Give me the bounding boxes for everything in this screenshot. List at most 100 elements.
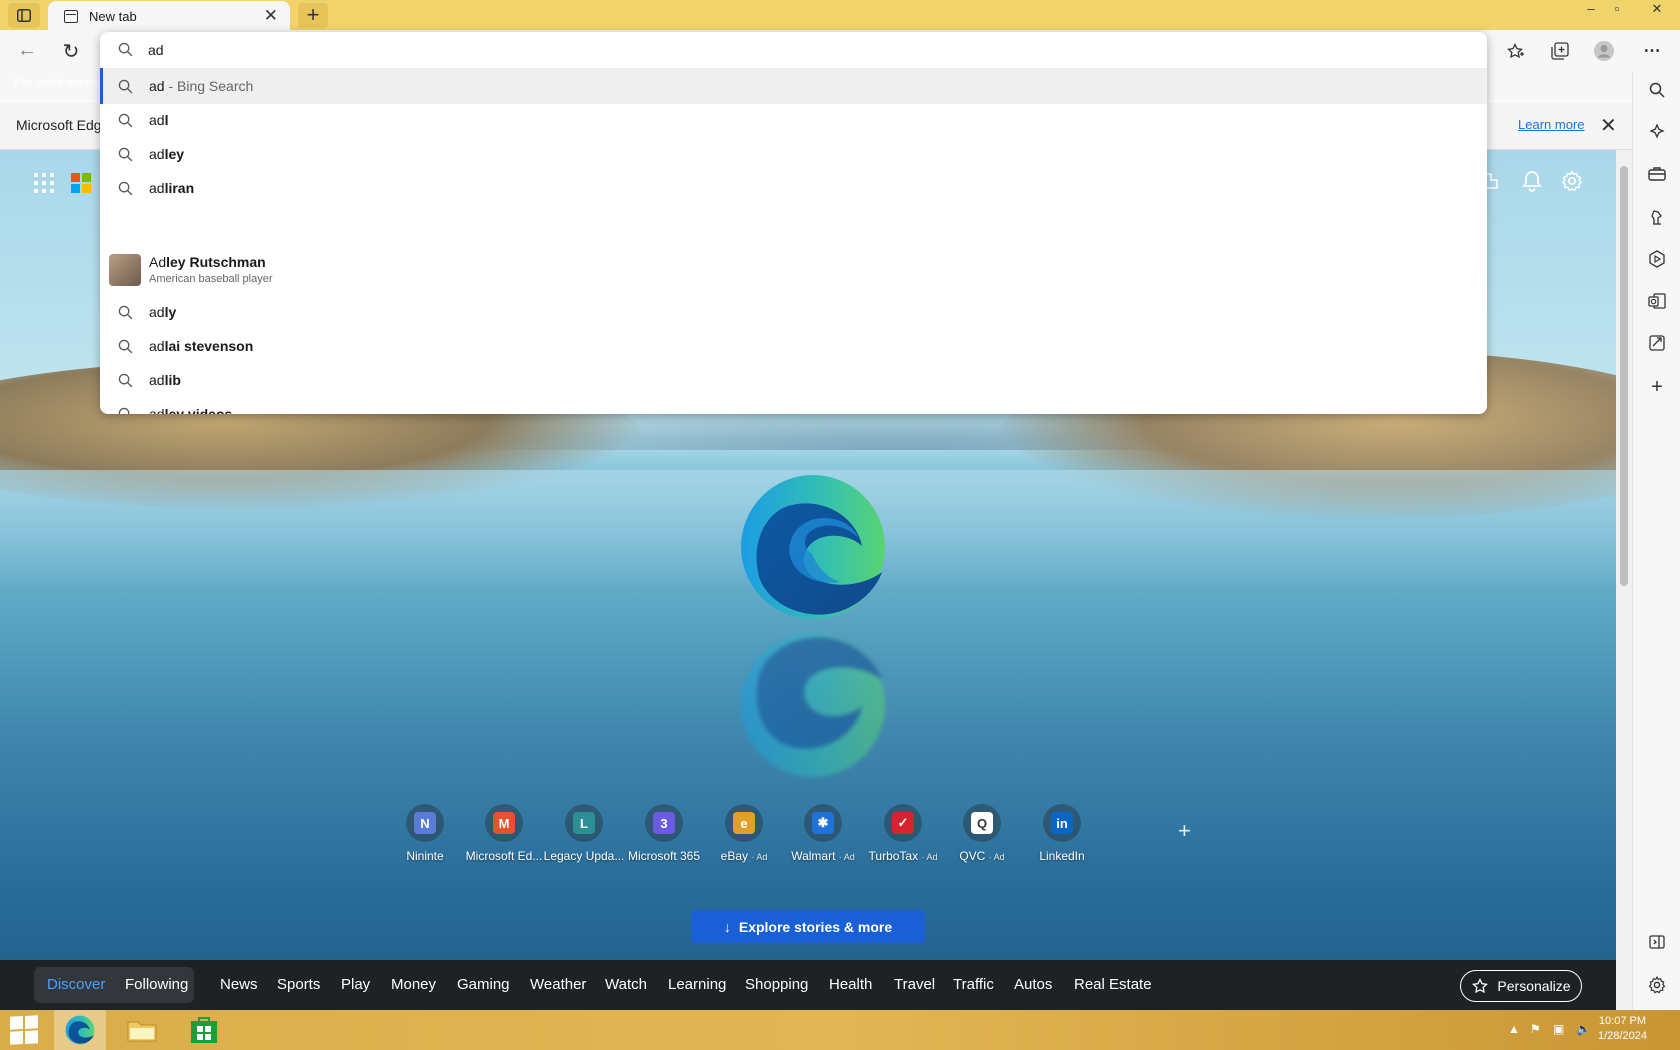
quick-link-label: LinkedIn: [1020, 849, 1104, 863]
microsoft-logo-icon[interactable]: [71, 173, 91, 193]
tab-actions-icon: [17, 9, 31, 22]
category-real-estate[interactable]: Real Estate: [1074, 976, 1152, 993]
sidebar-copilot-icon[interactable]: [1646, 123, 1668, 146]
suggestion-item[interactable]: adl: [100, 102, 1487, 138]
search-icon: [118, 305, 133, 320]
quick-link-name: eBay: [720, 849, 748, 863]
tray-flag-icon[interactable]: ⚑: [1530, 1022, 1541, 1036]
favorites-hint: For quick access: [14, 77, 104, 89]
search-icon: [118, 42, 133, 57]
restore-button[interactable]: ▫: [1604, 0, 1630, 22]
scrollbar-thumb[interactable]: [1620, 166, 1628, 586]
start-button-windows-icon[interactable]: [10, 1015, 38, 1045]
category-news[interactable]: News: [220, 976, 258, 993]
quick-link-tile[interactable]: e eBay · Ad: [702, 804, 786, 863]
minimize-button[interactable]: –: [1578, 0, 1604, 22]
suggestion-item[interactable]: adliran: [100, 170, 1487, 206]
quick-link-icon: e: [733, 812, 755, 834]
quick-link-icon-wrap: in: [1043, 804, 1081, 842]
learn-more-link[interactable]: Learn more: [1518, 117, 1584, 132]
tab-following[interactable]: Following: [125, 976, 188, 993]
category-shopping[interactable]: Shopping: [745, 976, 808, 993]
tab-actions-button[interactable]: [8, 3, 40, 28]
personalize-label: Personalize: [1497, 978, 1571, 994]
sidebar-search-icon[interactable]: [1646, 82, 1668, 104]
explore-stories-button[interactable]: ↓ Explore stories & more: [691, 910, 925, 943]
refresh-button[interactable]: ↻: [56, 39, 86, 64]
suggestion-item[interactable]: ad - Bing Search: [100, 68, 1487, 104]
suggestion-typed: ad: [149, 304, 165, 320]
personalize-button[interactable]: Personalize: [1460, 970, 1582, 1002]
quick-link-icon: ✱: [812, 812, 834, 834]
avatar: [1594, 41, 1614, 61]
category-watch[interactable]: Watch: [605, 976, 647, 993]
sidebar-tools-icon[interactable]: [1646, 166, 1668, 188]
tab-discover[interactable]: Discover: [47, 976, 105, 993]
category-sports[interactable]: Sports: [277, 976, 320, 993]
suggestion-text: adley videos: [149, 406, 232, 414]
quick-link-tile[interactable]: L Legacy Upda...: [542, 804, 626, 863]
settings-more-button[interactable]: ⋯: [1638, 38, 1666, 64]
sidebar-outlook-icon[interactable]: [1646, 292, 1668, 314]
tray-chevron-icon[interactable]: ▲: [1508, 1022, 1520, 1036]
sidebar-drop-icon[interactable]: [1646, 334, 1668, 356]
close-window-button[interactable]: ✕: [1640, 0, 1674, 22]
taskbar-store-button[interactable]: [178, 1010, 230, 1050]
back-button[interactable]: ←: [12, 39, 42, 62]
category-autos[interactable]: Autos: [1014, 976, 1052, 993]
quick-link-icon-wrap: Q: [963, 804, 1001, 842]
category-play[interactable]: Play: [341, 976, 370, 993]
quick-link-name: Nininte: [406, 849, 444, 863]
quick-link-tile[interactable]: M Microsoft Ed...: [462, 804, 546, 863]
favorites-button[interactable]: [1502, 38, 1530, 64]
sidebar-hide-icon[interactable]: [1646, 934, 1668, 956]
taskbar-clock[interactable]: 10:07 PM 1/28/2024: [1598, 1014, 1647, 1044]
quick-link-label: QVC · Ad: [940, 849, 1024, 863]
tray-network-icon[interactable]: ▣: [1553, 1022, 1564, 1036]
address-bar-input[interactable]: ad: [100, 32, 1487, 68]
category-traffic[interactable]: Traffic: [953, 976, 994, 993]
suggestion-item[interactable]: adly: [100, 294, 1487, 330]
profile-button[interactable]: [1590, 38, 1618, 64]
notifications-bell-icon[interactable]: [1522, 170, 1542, 195]
info-bar-close-icon[interactable]: ✕: [1600, 113, 1617, 138]
suggestion-item[interactable]: adley: [100, 136, 1487, 172]
new-tab-button[interactable]: +: [298, 3, 328, 28]
quick-link-tile[interactable]: 3 Microsoft 365: [622, 804, 706, 863]
sidebar-games-icon[interactable]: [1646, 208, 1668, 230]
quick-link-tile[interactable]: in LinkedIn: [1020, 804, 1104, 863]
category-travel[interactable]: Travel: [894, 976, 935, 993]
category-gaming[interactable]: Gaming: [457, 976, 510, 993]
app-launcher-icon[interactable]: [34, 173, 54, 193]
add-shortcut-icon[interactable]: +: [1178, 818, 1191, 844]
category-learning[interactable]: Learning: [668, 976, 726, 993]
tab-close-icon[interactable]: ✕: [264, 7, 278, 24]
page-settings-gear-icon[interactable]: [1561, 169, 1583, 195]
category-health[interactable]: Health: [829, 976, 872, 993]
quick-link-tile[interactable]: Q QVC · Ad: [940, 804, 1024, 863]
entity-subtitle: American baseball player: [149, 273, 273, 285]
quick-link-tile[interactable]: ✓ TurboTax · Ad: [861, 804, 945, 863]
suggestion-item[interactable]: adlib: [100, 362, 1487, 398]
sidebar-add-icon[interactable]: +: [1646, 376, 1668, 398]
store-icon: [191, 1017, 217, 1043]
entity-suggestion[interactable]: Adley Rutschman American baseball player: [100, 248, 1487, 292]
page-scrollbar[interactable]: [1616, 150, 1632, 1010]
taskbar-edge-button[interactable]: [54, 1010, 106, 1050]
suggestion-typed: ad: [149, 112, 165, 128]
suggestion-completion: ley: [164, 146, 185, 162]
info-bar-text: Microsoft Edge: [16, 117, 110, 133]
suggestion-item[interactable]: adley videos: [100, 396, 1487, 414]
suggestion-item[interactable]: adlai stevenson: [100, 328, 1487, 364]
category-weather[interactable]: Weather: [530, 976, 586, 993]
sidebar-settings-gear-icon[interactable]: [1646, 975, 1668, 998]
quick-link-tile[interactable]: N Nininte: [383, 804, 467, 863]
taskbar-file-explorer-button[interactable]: [116, 1010, 168, 1050]
tray-volume-icon[interactable]: 🔈: [1576, 1022, 1591, 1036]
sidebar-microsoft365-icon[interactable]: [1646, 250, 1668, 272]
quick-link-tile[interactable]: ✱ Walmart · Ad: [781, 804, 865, 863]
collections-button[interactable]: [1546, 38, 1574, 64]
tab-new-tab[interactable]: New tab ✕: [48, 1, 290, 31]
category-money[interactable]: Money: [391, 976, 436, 993]
suggestion-completion: lib: [164, 372, 181, 388]
